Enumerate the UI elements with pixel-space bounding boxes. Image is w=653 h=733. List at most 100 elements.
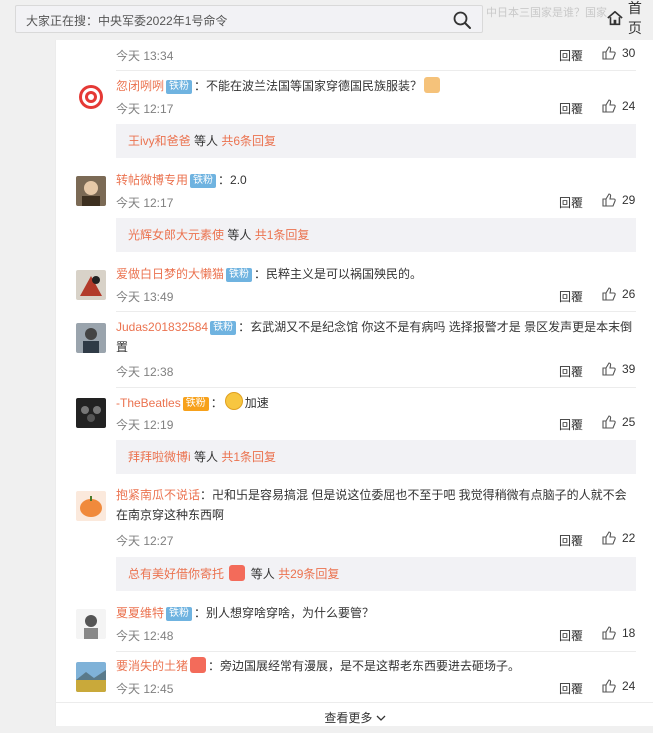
like-count: 25	[622, 415, 636, 429]
avatar[interactable]	[76, 662, 106, 692]
fan-badge: 铁粉	[166, 80, 193, 94]
gift-emoji-icon	[190, 657, 207, 673]
comment-text: 加速	[244, 396, 269, 410]
search-box[interactable]: 大家正在搜：中央军委2022年1号命令	[15, 5, 483, 33]
reply-button[interactable]: 回覆	[559, 532, 583, 549]
home-label[interactable]: 首页	[628, 0, 653, 38]
reply-button[interactable]: 回覆	[559, 363, 583, 380]
like-button[interactable]: 24	[602, 99, 635, 113]
avatar[interactable]	[76, 609, 106, 639]
reply-count[interactable]: 共29条回复	[278, 567, 339, 581]
fan-badge: 铁粉	[182, 397, 209, 411]
reply-button[interactable]: 回覆	[559, 47, 583, 64]
reply-button[interactable]: 回覆	[559, 100, 583, 117]
home-icon	[607, 10, 623, 26]
like-button[interactable]: 39	[602, 362, 635, 376]
reply-button[interactable]: 回覆	[559, 680, 583, 697]
reply-button[interactable]: 回覆	[559, 194, 583, 211]
fan-badge: 铁粉	[210, 321, 237, 335]
comment-text-cont: 在南京穿这种东西啊	[116, 508, 225, 522]
chevron-down-icon	[376, 715, 386, 721]
avatar-image	[76, 176, 106, 206]
username[interactable]: 要消失的土猪	[116, 659, 188, 673]
username[interactable]: 忽闭咧咧	[116, 79, 164, 93]
reply-user[interactable]: 总有美好借你寄托	[128, 567, 224, 581]
thumbs-up-icon	[602, 362, 616, 376]
username[interactable]: 抱紧南瓜不说话	[116, 488, 200, 502]
avatar[interactable]	[76, 398, 106, 428]
reply-summary[interactable]: 王ivy和爸爸 等人 共6条回复	[116, 124, 636, 158]
comment-time: 今天 12:45	[116, 682, 174, 696]
reply-user[interactable]: 拜拜啦微博i	[128, 450, 191, 464]
like-button[interactable]: 24	[602, 679, 635, 693]
thumbs-up-icon	[602, 679, 616, 693]
comment-text: ：卍和卐是容易搞混 但是说这位委屈也不至于吧 我觉得稍微有点脑子的人就不会	[200, 488, 627, 502]
avatar[interactable]	[76, 82, 106, 112]
fan-badge: 铁粉	[226, 268, 253, 282]
reply-summary[interactable]: 总有美好借你寄托 等人 共29条回复	[116, 557, 636, 591]
comment-text: ：别人想穿啥穿啥，为什么要管？	[194, 606, 375, 620]
fan-badge: 铁粉	[190, 174, 217, 188]
cat-emoji-icon	[424, 77, 441, 93]
comment-text-cont: 置	[116, 340, 129, 354]
home-link[interactable]: 首页	[606, 0, 653, 36]
avatar[interactable]	[76, 323, 106, 353]
avatar-image	[76, 398, 106, 428]
avatar-image	[76, 609, 106, 639]
reply-count[interactable]: 共6条回复	[221, 134, 276, 148]
reply-summary[interactable]: 光辉女郎大元素使 等人 共1条回复	[116, 218, 636, 252]
like-button[interactable]: 26	[602, 287, 635, 301]
reply-count[interactable]: 共1条回复	[255, 228, 310, 242]
username[interactable]: 夏夏维特	[116, 606, 164, 620]
reply-user[interactable]: 光辉女郎大元素使	[128, 228, 224, 242]
fan-badge: 铁粉	[166, 607, 193, 621]
username[interactable]: -TheBeatles	[116, 396, 181, 410]
username[interactable]: 爱做白日梦的大懒猫	[116, 267, 224, 281]
comment-text: ：不能在波兰法国等国家穿德国民族服装？	[194, 79, 423, 93]
avatar-image	[76, 82, 106, 112]
reply-button[interactable]: 回覆	[559, 288, 583, 305]
thumbs-up-icon	[602, 193, 616, 207]
reply-mid: 等人	[227, 228, 252, 242]
comment-text: ：民粹主义是可以祸国殃民的。	[254, 267, 423, 281]
background-trending-text: 中日本三国家是谁？国家	[486, 7, 607, 19]
divider	[116, 311, 636, 312]
like-button[interactable]: 30	[602, 46, 635, 60]
reply-mid: 等人	[194, 450, 219, 464]
like-count: 18	[622, 626, 636, 640]
top-header: 大家正在搜：中央军委2022年1号命令 中日本三国家是谁？国家 首页	[0, 0, 653, 42]
comment-time: 今天 12:17	[116, 102, 174, 116]
avatar-image	[76, 270, 106, 300]
load-more-label[interactable]: 查看更多	[324, 711, 372, 725]
smile-emoji-icon	[224, 392, 243, 410]
comment-time: 今天 12:19	[116, 418, 174, 432]
thumbs-up-icon	[602, 46, 616, 60]
comment-time: 今天 12:48	[116, 629, 174, 643]
avatar[interactable]	[76, 270, 106, 300]
reply-count[interactable]: 共1条回复	[221, 450, 276, 464]
comment-time: 今天 12:27	[116, 534, 174, 548]
reply-mid: 等人	[194, 134, 219, 148]
reply-summary[interactable]: 拜拜啦微博i 等人 共1条回复	[116, 440, 636, 474]
comment-time: 今天 12:17	[116, 196, 174, 210]
search-input[interactable]: 大家正在搜：中央军委2022年1号命令	[26, 12, 227, 29]
reply-button[interactable]: 回覆	[559, 416, 583, 433]
like-button[interactable]: 29	[602, 193, 635, 207]
like-count: 22	[622, 531, 636, 545]
divider	[116, 70, 636, 71]
load-more-button[interactable]: 查看更多	[56, 702, 653, 727]
avatar[interactable]	[76, 176, 106, 206]
like-button[interactable]: 18	[602, 626, 635, 640]
like-button[interactable]: 22	[602, 531, 635, 545]
thumbs-up-icon	[602, 287, 616, 301]
like-count: 30	[622, 46, 636, 60]
username[interactable]: Judas201832584	[116, 320, 208, 334]
reply-user[interactable]: 王ivy和爸爸	[128, 134, 191, 148]
comment-text: ：旁边国展经常有漫展，是不是这帮老东西要进去砸场子。	[208, 659, 521, 673]
username[interactable]: 转帖微博专用	[116, 173, 188, 187]
like-button[interactable]: 25	[602, 415, 635, 429]
avatar[interactable]	[76, 491, 106, 521]
reply-button[interactable]: 回覆	[559, 627, 583, 644]
search-icon[interactable]	[452, 10, 472, 30]
thumbs-up-icon	[602, 626, 616, 640]
